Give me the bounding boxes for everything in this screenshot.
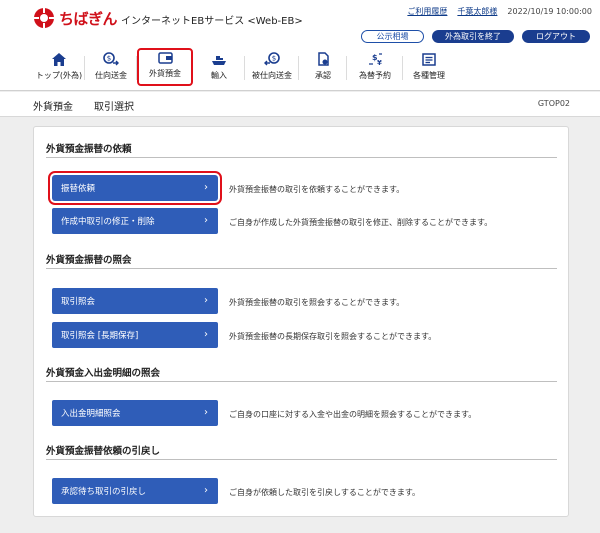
nav-item-fx-contract[interactable]: $ ¥ 為替予約 — [347, 48, 403, 86]
fx-deposit-icon — [157, 52, 173, 64]
long-term-inquiry-button[interactable]: 取引照会 [長期保存] › — [52, 322, 218, 348]
nav-label: 外貨預金 — [149, 69, 181, 78]
section-title-transfer-inquiry: 外貨預金振替の照会 — [46, 255, 132, 266]
end-fx-button[interactable]: 外為取引を終了 — [432, 30, 514, 43]
section-divider — [46, 459, 557, 460]
edit-delete-draft-desc: ご自身が作成した外貨預金振替の取引を修正、削除することができます。 — [229, 218, 493, 227]
header: ちばぎん インターネットEBサービス <Web-EB> ご利用履歴 千葉太郎様 … — [0, 0, 600, 91]
header-buttons: 公示相場 外為取引を終了 ログアウト — [361, 30, 590, 43]
edit-delete-draft-button[interactable]: 作成中取引の修正・削除 › — [52, 208, 218, 234]
chevron-right-icon: › — [204, 215, 208, 226]
main-nav: トップ(外為) $ 仕向送金 外貨預金 輸入 $ 被仕向送金 承認 $ ¥ 為替… — [33, 48, 455, 86]
transfer-request-desc: 外貨預金振替の取引を依頼することができます。 — [229, 185, 405, 194]
section-title-recall: 外貨預金振替依頼の引戻し — [46, 446, 161, 457]
bank-logo-mark-icon — [33, 7, 55, 29]
long-term-inquiry-desc: 外貨預金振替の長期保存取引を照会することができます。 — [229, 332, 437, 341]
top-links: ご利用履歴 千葉太郎様 2022/10/19 10:00:00 — [407, 6, 592, 17]
transaction-inquiry-desc: 外貨預金振替の取引を照会することができます。 — [229, 298, 405, 307]
section-title-statement-inquiry: 外貨預金入出金明細の照会 — [46, 368, 161, 379]
nav-label: 被仕向送金 — [252, 71, 292, 80]
chevron-right-icon: › — [204, 485, 208, 496]
section-divider — [46, 381, 557, 382]
usage-history-link[interactable]: ご利用履歴 — [407, 6, 447, 17]
button-label: 取引照会 — [61, 297, 96, 307]
transfer-request-button[interactable]: 振替依頼 › — [48, 171, 222, 205]
statement-inquiry-desc: ご自身の口座に対する入金や出金の明細を照会することができます。 — [229, 410, 477, 419]
statement-inquiry-button[interactable]: 入出金明細照会 › — [52, 400, 218, 426]
nav-item-management[interactable]: 各種管理 — [403, 48, 455, 86]
section-divider — [46, 157, 557, 158]
button-label: 入出金明細照会 — [61, 409, 121, 419]
bank-logo[interactable]: ちばぎん インターネットEBサービス <Web-EB> — [33, 7, 303, 29]
nav-item-top[interactable]: トップ(外為) — [33, 48, 85, 86]
recall-pending-button[interactable]: 承認待ち取引の引戻し › — [52, 478, 218, 504]
outgoing-remittance-icon: $ — [103, 52, 119, 66]
nav-item-approval[interactable]: 承認 — [299, 48, 347, 86]
chevron-right-icon: › — [204, 329, 208, 340]
button-label: 取引照会 [長期保存] — [61, 331, 139, 341]
login-datetime: 2022/10/19 10:00:00 — [507, 7, 592, 16]
public-rates-button[interactable]: 公示相場 — [361, 30, 424, 43]
chevron-right-icon: › — [204, 182, 208, 193]
user-name-link[interactable]: 千葉太郎様 — [457, 6, 497, 17]
chevron-right-icon: › — [204, 407, 208, 418]
nav-label: 輸入 — [211, 71, 227, 80]
service-name: インターネットEBサービス <Web-EB> — [121, 16, 303, 27]
button-label: 承認待ち取引の引戻し — [61, 487, 147, 497]
screen-id: GTOP02 — [537, 99, 570, 108]
import-icon — [212, 56, 226, 65]
svg-text:$: $ — [107, 55, 111, 63]
nav-item-outgoing-remittance[interactable]: $ 仕向送金 — [85, 48, 137, 86]
management-icon — [422, 53, 436, 66]
button-label: 振替依頼 — [61, 184, 96, 194]
incoming-remittance-icon: $ — [264, 52, 280, 66]
nav-label: 仕向送金 — [95, 71, 127, 80]
section-title-transfer-request: 外貨預金振替の依頼 — [46, 144, 132, 155]
transaction-inquiry-button[interactable]: 取引照会 › — [52, 288, 218, 314]
logout-button[interactable]: ログアウト — [522, 30, 590, 43]
recall-pending-desc: ご自身が依頼した取引を引戻しすることができます。 — [229, 488, 421, 497]
svg-text:¥: ¥ — [377, 59, 382, 66]
fx-contract-icon: $¥ — [368, 53, 382, 66]
nav-label: トップ(外為) — [35, 71, 83, 80]
button-label: 作成中取引の修正・削除 — [61, 217, 155, 227]
nav-item-fx-deposit[interactable]: 外貨預金 — [137, 48, 193, 86]
nav-item-import[interactable]: 輸入 — [193, 48, 245, 86]
nav-label: 承認 — [315, 71, 331, 80]
nav-label: 為替予約 — [359, 71, 391, 80]
page-titlebar: 外貨預金 取引選択 GTOP02 — [0, 92, 600, 117]
nav-label: 各種管理 — [413, 71, 445, 80]
chevron-right-icon: › — [204, 295, 208, 306]
main-panel: 外貨預金振替の依頼 振替依頼 › 外貨預金振替の取引を依頼することができます。 … — [33, 126, 569, 517]
logo-text: ちばぎん — [59, 9, 118, 28]
breadcrumb-section: 外貨預金 — [33, 102, 73, 113]
page-title: 取引選択 — [94, 102, 134, 113]
svg-text:$: $ — [272, 55, 276, 63]
home-icon — [52, 53, 66, 66]
section-divider — [46, 268, 557, 269]
approval-icon — [317, 52, 329, 66]
nav-item-incoming-remittance[interactable]: $ 被仕向送金 — [245, 48, 299, 86]
